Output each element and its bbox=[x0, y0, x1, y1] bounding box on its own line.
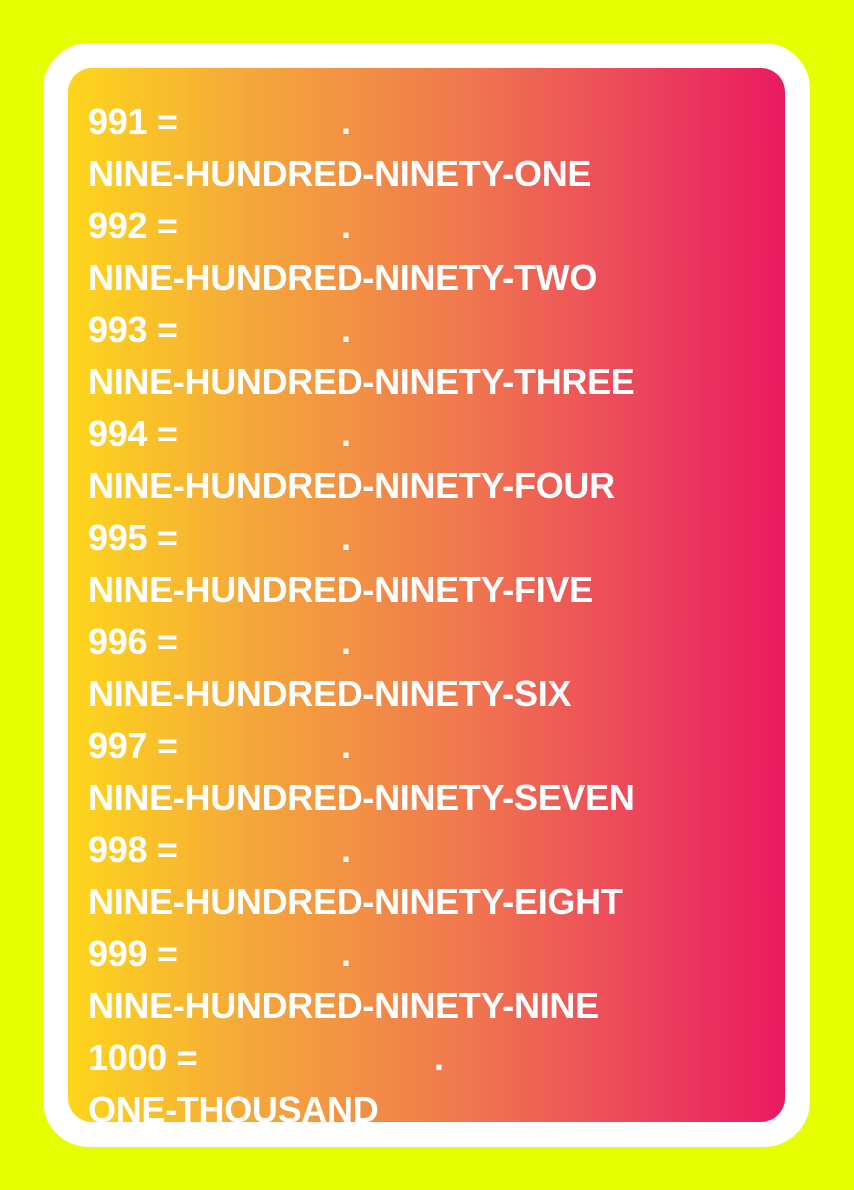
list-item: 996 = . NINE-HUNDRED-NINETY-SIX bbox=[88, 616, 775, 720]
number-equation: 999 = . bbox=[88, 928, 775, 980]
number-words: NINE-HUNDRED-NINETY-EIGHT bbox=[88, 881, 623, 922]
dot-mark: . bbox=[341, 101, 351, 142]
number-equation: 995 = . bbox=[88, 512, 775, 564]
list-item: 995 = . NINE-HUNDRED-NINETY-FIVE bbox=[88, 512, 775, 616]
number-equation: 992 = . bbox=[88, 200, 775, 252]
number-words: NINE-HUNDRED-NINETY-FIVE bbox=[88, 569, 593, 610]
number-equation: 1000 = . bbox=[88, 1032, 775, 1084]
number-equation: 994 = . bbox=[88, 408, 775, 460]
number-words: NINE-HUNDRED-NINETY-FOUR bbox=[88, 465, 615, 506]
gradient-card: 991 = . NINE-HUNDRED-NINETY-ONE 992 = . … bbox=[68, 68, 785, 1122]
list-item: 1000 = . ONE-THOUSAND bbox=[88, 1032, 775, 1122]
list-item: 992 = . NINE-HUNDRED-NINETY-TWO bbox=[88, 200, 775, 304]
list-item: 993 = . NINE-HUNDRED-NINETY-THREE bbox=[88, 304, 775, 408]
number-words: NINE-HUNDRED-NINETY-TWO bbox=[88, 257, 598, 298]
equation-text: 995 = bbox=[88, 517, 178, 558]
number-equation: 998 = . bbox=[88, 824, 775, 876]
number-words-list: 991 = . NINE-HUNDRED-NINETY-ONE 992 = . … bbox=[88, 96, 775, 1122]
number-words: ONE-THOUSAND bbox=[88, 1089, 379, 1122]
equation-text: 991 = bbox=[88, 101, 178, 142]
list-item: 998 = . NINE-HUNDRED-NINETY-EIGHT bbox=[88, 824, 775, 928]
equation-text: 996 = bbox=[88, 621, 178, 662]
number-words: NINE-HUNDRED-NINETY-THREE bbox=[88, 361, 635, 402]
number-words: NINE-HUNDRED-NINETY-NINE bbox=[88, 985, 599, 1026]
dot-mark: . bbox=[434, 1037, 444, 1078]
equation-text: 994 = bbox=[88, 413, 178, 454]
number-equation: 993 = . bbox=[88, 304, 775, 356]
list-item: 994 = . NINE-HUNDRED-NINETY-FOUR bbox=[88, 408, 775, 512]
dot-mark: . bbox=[341, 829, 351, 870]
equation-text: 993 = bbox=[88, 309, 178, 350]
list-item: 997 = . NINE-HUNDRED-NINETY-SEVEN bbox=[88, 720, 775, 824]
number-words: NINE-HUNDRED-NINETY-SEVEN bbox=[88, 777, 635, 818]
number-equation: 996 = . bbox=[88, 616, 775, 668]
number-words: NINE-HUNDRED-NINETY-ONE bbox=[88, 153, 592, 194]
equation-text: 999 = bbox=[88, 933, 178, 974]
number-equation: 997 = . bbox=[88, 720, 775, 772]
equation-text: 992 = bbox=[88, 205, 178, 246]
dot-mark: . bbox=[341, 933, 351, 974]
equation-text: 998 = bbox=[88, 829, 178, 870]
dot-mark: . bbox=[341, 725, 351, 766]
dot-mark: . bbox=[341, 413, 351, 454]
equation-text: 997 = bbox=[88, 725, 178, 766]
number-words: NINE-HUNDRED-NINETY-SIX bbox=[88, 673, 572, 714]
dot-mark: . bbox=[341, 621, 351, 662]
list-item: 999 = . NINE-HUNDRED-NINETY-NINE bbox=[88, 928, 775, 1032]
number-equation: 991 = . bbox=[88, 96, 775, 148]
dot-mark: . bbox=[341, 205, 351, 246]
equation-text: 1000 = bbox=[88, 1037, 198, 1078]
dot-mark: . bbox=[341, 517, 351, 558]
list-item: 991 = . NINE-HUNDRED-NINETY-ONE bbox=[88, 96, 775, 200]
dot-mark: . bbox=[341, 309, 351, 350]
